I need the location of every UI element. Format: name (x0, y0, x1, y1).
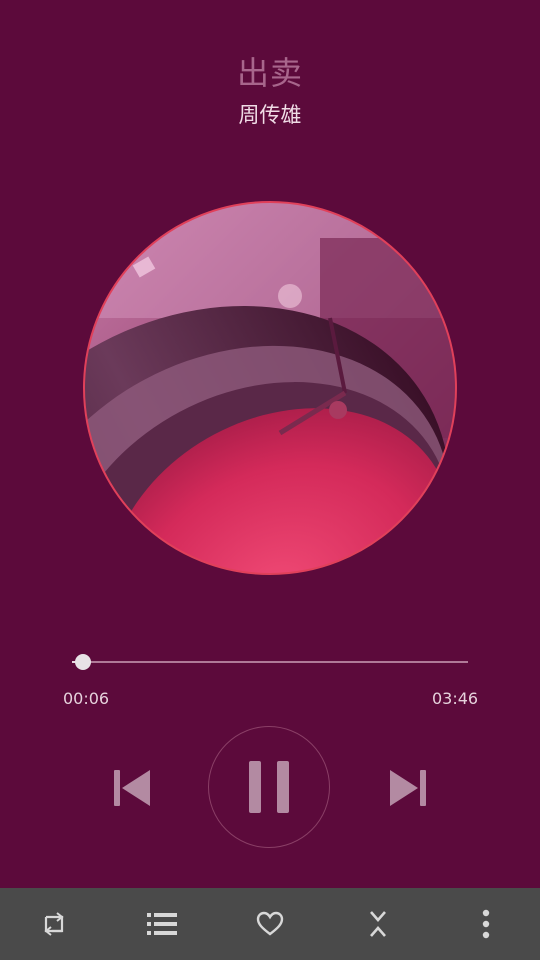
progress-thumb[interactable] (75, 654, 91, 670)
collapse-icon (370, 911, 386, 937)
pause-button[interactable] (208, 726, 330, 848)
repeat-icon (44, 912, 64, 936)
previous-button[interactable] (104, 760, 160, 816)
music-player-screen: 出卖 周传雄 00:06 03:46 (0, 0, 540, 960)
current-time: 00:06 (63, 689, 110, 708)
skip-previous-icon (114, 770, 150, 806)
more-options-button[interactable] (456, 888, 516, 960)
progress-bar[interactable] (72, 661, 468, 663)
like-button[interactable] (240, 888, 300, 960)
skip-next-icon (390, 770, 426, 806)
album-art (83, 201, 457, 575)
repeat-button[interactable] (24, 888, 84, 960)
bottom-toolbar (0, 888, 540, 960)
heart-icon (256, 911, 284, 936)
pause-icon (249, 761, 289, 813)
more-vert-icon (482, 909, 490, 939)
playlist-button[interactable] (132, 888, 192, 960)
playlist-icon (147, 913, 177, 935)
song-title: 出卖 (236, 54, 303, 92)
next-button[interactable] (380, 760, 436, 816)
collapse-button[interactable] (348, 888, 408, 960)
total-time: 03:46 (432, 689, 479, 708)
artist-name: 周传雄 (238, 103, 302, 127)
